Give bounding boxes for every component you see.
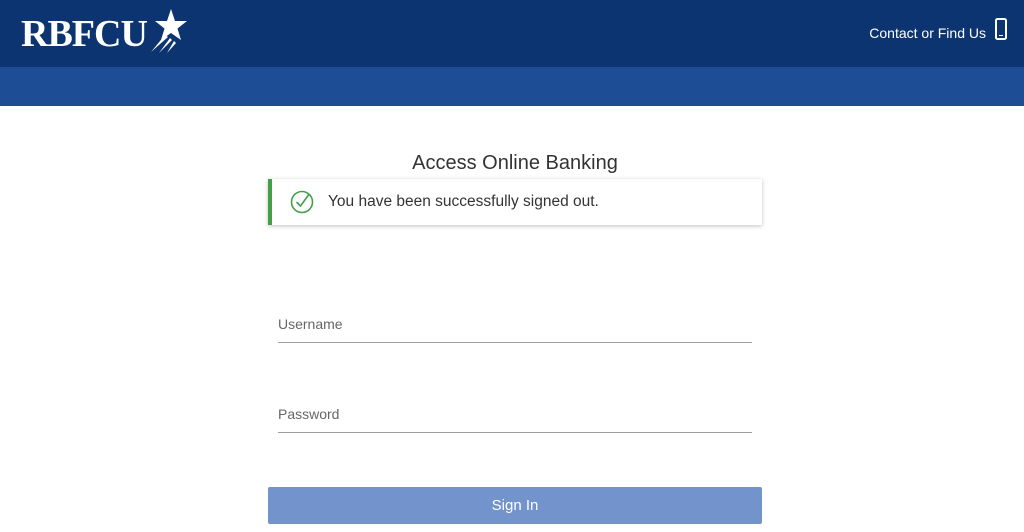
logo-text: RBFCU	[21, 13, 148, 55]
header-top-bar: RBFCU Contact or Find Us	[0, 0, 1024, 67]
signout-success-alert: You have been successfully signed out.	[268, 179, 762, 225]
password-input[interactable]	[278, 395, 752, 432]
username-input[interactable]	[278, 305, 752, 342]
username-field	[278, 305, 752, 343]
check-circle-icon	[290, 190, 314, 214]
star-icon	[151, 9, 187, 53]
contact-find-us-link[interactable]: Contact or Find Us	[869, 18, 1007, 44]
password-field	[278, 395, 752, 433]
sign-in-button[interactable]: Sign In	[268, 487, 762, 524]
contact-label: Contact or Find Us	[869, 25, 986, 41]
header-nav-band	[0, 67, 1024, 106]
mobile-phone-icon	[995, 18, 1007, 40]
rbfcu-logo[interactable]: RBFCU	[21, 9, 187, 58]
alert-message: You have been successfully signed out.	[328, 193, 599, 210]
page-title: Access Online Banking	[412, 152, 618, 174]
